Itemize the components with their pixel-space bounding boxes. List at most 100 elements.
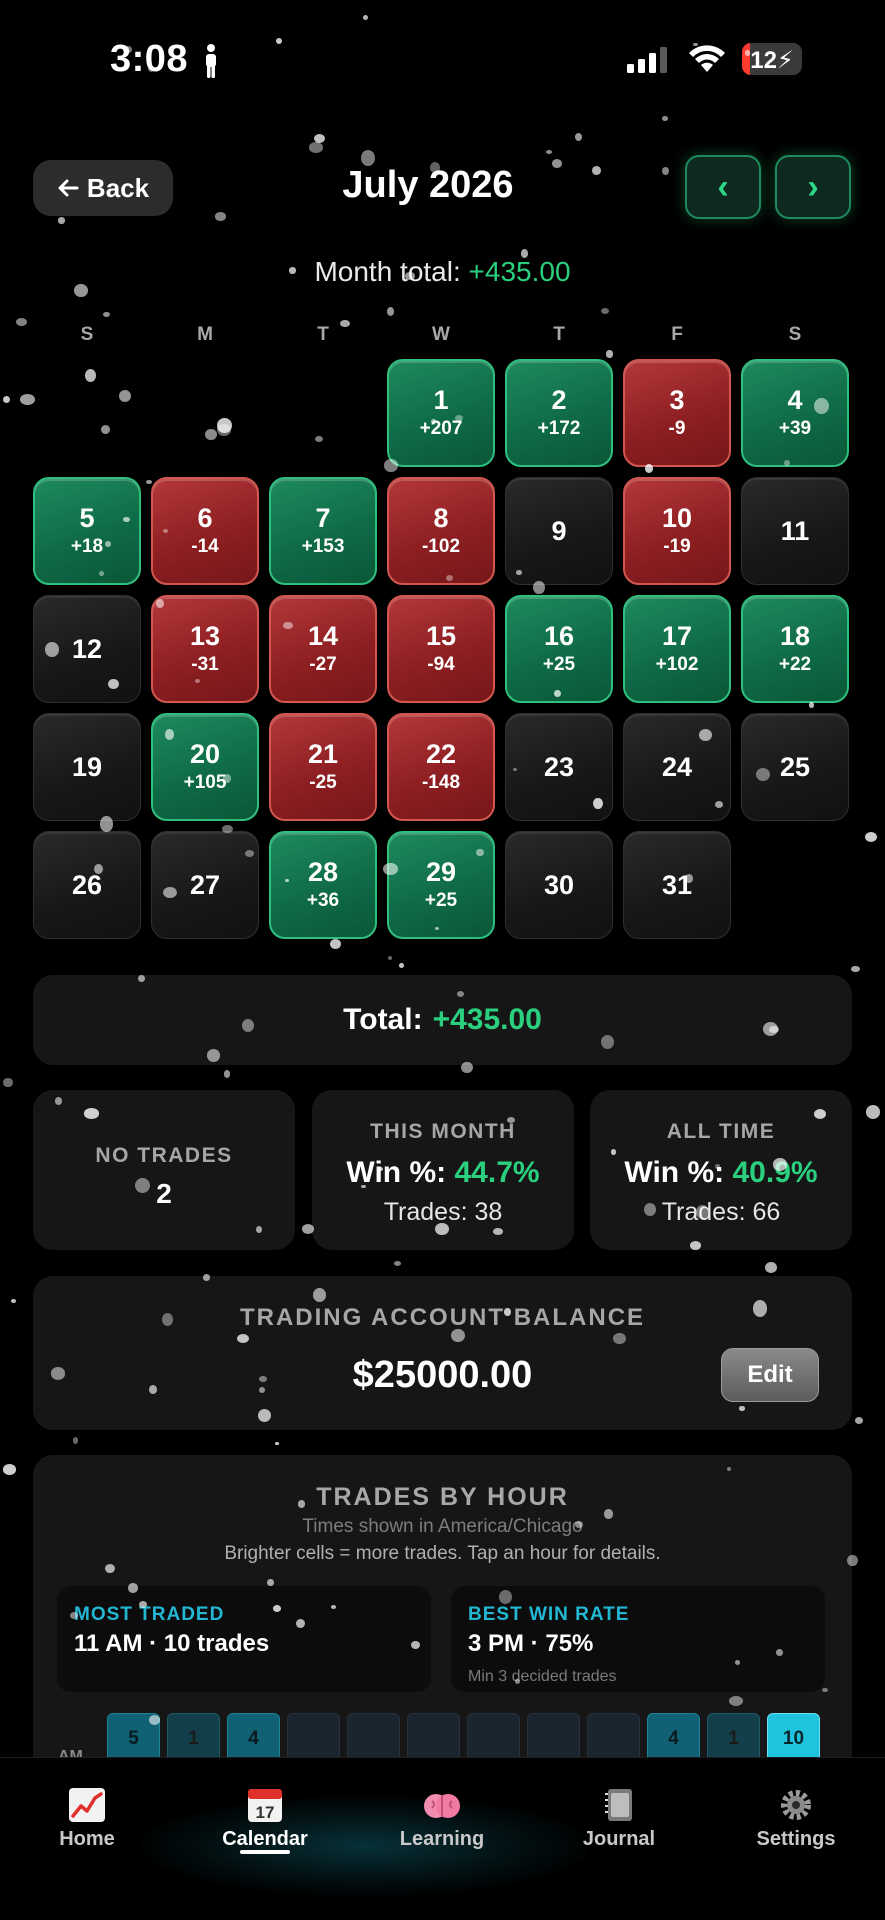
weekday-label: M: [197, 324, 213, 345]
person-icon: [206, 44, 216, 78]
calendar-day-19[interactable]: 19: [33, 713, 141, 821]
edit-balance-button[interactable]: Edit: [721, 1348, 819, 1402]
day-number: 19: [71, 751, 103, 782]
calendar-day-30[interactable]: 30: [505, 831, 613, 939]
calendar-icon-day: 17: [256, 1803, 275, 1822]
day-number: 24: [661, 751, 693, 782]
charging-bolt-icon: ⚡: [776, 47, 794, 74]
calendar-day-5[interactable]: 5 +18: [33, 477, 141, 585]
calendar-day-14[interactable]: 14 -27: [269, 595, 377, 703]
best-win-rate-note: Min 3 decided trades: [468, 1668, 617, 1685]
trades-by-hour-card: TRADES BY HOUR Times shown in America/Ch…: [33, 1455, 852, 1775]
calendar-day-11[interactable]: 11: [741, 477, 849, 585]
no-trades-card: NO TRADES 2: [33, 1090, 295, 1250]
day-pnl: +36: [306, 889, 340, 911]
calendar-day-25[interactable]: 25: [741, 713, 849, 821]
this-month-win-rate: Win %: 44.7%: [312, 1156, 574, 1190]
calendar-day-1[interactable]: 1 +207: [387, 359, 495, 467]
calendar-day-7[interactable]: 7 +153: [269, 477, 377, 585]
most-traded-value: 11 AM · 10 trades: [74, 1630, 270, 1657]
notebook-icon: [605, 1789, 632, 1821]
status-time: 3:08: [110, 38, 189, 80]
calendar-day-12[interactable]: 12: [33, 595, 141, 703]
tab-journal-label: Journal: [582, 1828, 656, 1850]
calendar-day-29[interactable]: 29 +25: [387, 831, 495, 939]
day-number: 2: [551, 385, 567, 416]
calendar-day-6[interactable]: 6 -14: [151, 477, 259, 585]
day-number: 6: [197, 503, 213, 534]
calendar-day-3[interactable]: 3 -9: [623, 359, 731, 467]
day-number: 31: [661, 869, 693, 900]
calendar-day-2[interactable]: 2 +172: [505, 359, 613, 467]
calendar-day-20[interactable]: 20 +105: [151, 713, 259, 821]
calendar-day-17[interactable]: 17 +102: [623, 595, 731, 703]
calendar-day-22[interactable]: 22 -148: [387, 713, 495, 821]
weekday-label: T: [317, 324, 329, 345]
month-total: Month total: +435.00: [0, 256, 885, 288]
calendar-day-16[interactable]: 16 +25: [505, 595, 613, 703]
most-traded-box: MOST TRADED 11 AM · 10 trades: [57, 1586, 431, 1692]
win-label: Win %:: [346, 1156, 447, 1189]
day-pnl: -27: [309, 653, 337, 675]
next-month-button[interactable]: ›: [775, 155, 851, 219]
tab-learning[interactable]: Learning: [367, 1786, 517, 1876]
calendar-day-27[interactable]: 27: [151, 831, 259, 939]
weekday-label: W: [432, 324, 450, 345]
day-pnl: -14: [191, 535, 219, 557]
all-time-win-rate: Win %: 40.9%: [590, 1156, 852, 1190]
day-number: 16: [543, 621, 575, 652]
tab-home[interactable]: Home: [12, 1786, 162, 1876]
day-pnl: +105: [183, 771, 227, 793]
total-bar: Total: +435.00: [33, 975, 852, 1065]
calendar-day-13[interactable]: 13 -31: [151, 595, 259, 703]
wifi-icon: [689, 45, 725, 72]
tab-settings[interactable]: Settings: [721, 1786, 871, 1876]
tab-calendar[interactable]: 17 Calendar: [190, 1786, 340, 1876]
all-time-trades: Trades: 66: [661, 1198, 781, 1226]
day-number: 17: [661, 621, 693, 652]
all-time-card: ALL TIME Win %: 40.9% Trades: 66: [590, 1090, 852, 1250]
battery-level: 12: [750, 47, 777, 74]
calendar-day-18[interactable]: 18 +22: [741, 595, 849, 703]
day-pnl: -102: [421, 535, 461, 557]
calendar-day-15[interactable]: 15 -94: [387, 595, 495, 703]
tab-journal[interactable]: Journal: [544, 1786, 694, 1876]
calendar-icon: 17: [248, 1789, 282, 1822]
day-number: 21: [307, 739, 339, 770]
day-pnl: -94: [427, 653, 455, 675]
best-win-rate-box: BEST WIN RATE 3 PM · 75% Min 3 decided t…: [451, 1586, 825, 1692]
tab-home-label: Home: [59, 1828, 115, 1850]
prev-month-button[interactable]: ‹: [685, 155, 761, 219]
total-value: +435.00: [432, 1003, 542, 1036]
most-traded-label: MOST TRADED: [74, 1604, 225, 1625]
timezone-note: Times shown in America/Chicago: [302, 1516, 583, 1537]
day-number: 13: [189, 621, 221, 652]
day-number: 23: [543, 751, 575, 782]
calendar-day-23[interactable]: 23: [505, 713, 613, 821]
win-label: Win %:: [624, 1156, 725, 1189]
weekday-label: F: [671, 324, 683, 345]
month-total-value: +435.00: [468, 256, 571, 287]
calendar-day-21[interactable]: 21 -25: [269, 713, 377, 821]
day-pnl: +39: [778, 417, 812, 439]
calendar-day-24[interactable]: 24: [623, 713, 731, 821]
day-number: 28: [307, 857, 339, 888]
day-number: 9: [551, 515, 567, 546]
day-pnl: -19: [663, 535, 691, 557]
this-month-card: THIS MONTH Win %: 44.7% Trades: 38: [312, 1090, 574, 1250]
calendar-day-9[interactable]: 9: [505, 477, 613, 585]
day-number: 8: [433, 503, 449, 534]
battery-indicator: 12⚡: [742, 43, 802, 75]
calendar-day-31[interactable]: 31: [623, 831, 731, 939]
bottom-tab-bar: Home 17 Calendar Learning Journal Settin…: [0, 1757, 885, 1920]
best-win-rate-value: 3 PM · 75%: [468, 1630, 594, 1657]
calendar-day-26[interactable]: 26: [33, 831, 141, 939]
calendar-day-8[interactable]: 8 -102: [387, 477, 495, 585]
day-pnl: +172: [537, 417, 581, 439]
calendar-day-10[interactable]: 10 -19: [623, 477, 731, 585]
cellular-signal-icon: [627, 47, 667, 73]
day-number: 22: [425, 739, 457, 770]
day-pnl: +102: [655, 653, 699, 675]
calendar-day-4[interactable]: 4 +39: [741, 359, 849, 467]
calendar-day-28[interactable]: 28 +36: [269, 831, 377, 939]
